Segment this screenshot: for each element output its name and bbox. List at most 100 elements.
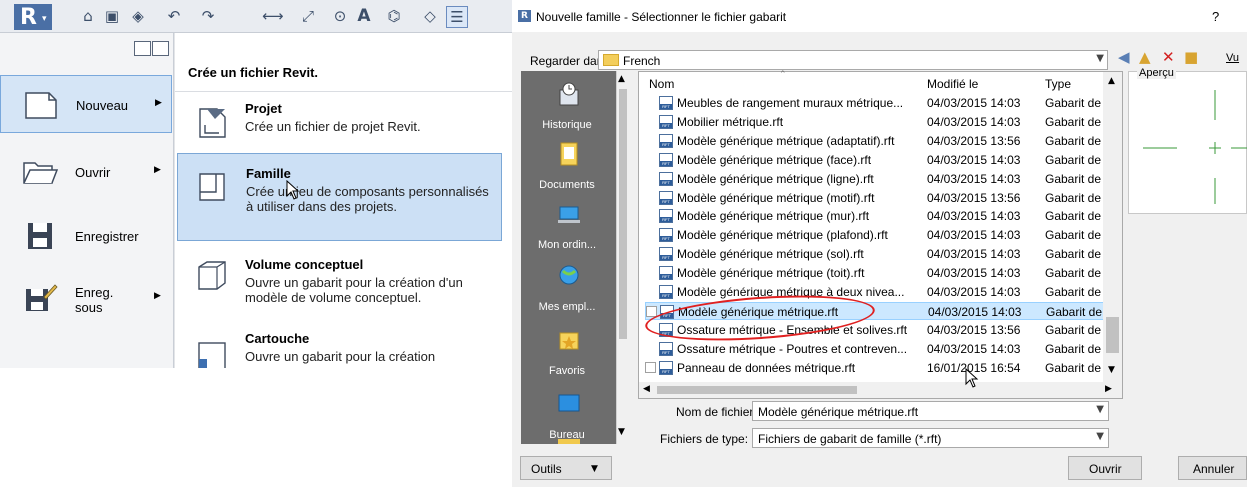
rft-file-icon <box>659 209 673 224</box>
thin-lines-icon[interactable]: ☰ <box>446 6 468 28</box>
open-documents-icon[interactable] <box>152 41 169 56</box>
save-icon[interactable]: ▣ <box>102 6 122 26</box>
scroll-left-icon[interactable]: ◀ <box>643 384 650 394</box>
scroll-right-icon[interactable]: ▶ <box>1105 384 1112 394</box>
cancel-button[interactable]: Annuler <box>1178 456 1247 480</box>
look-in-dropdown[interactable]: French ▼ <box>598 50 1108 70</box>
back-arrow-icon[interactable]: ◀ <box>1118 48 1130 66</box>
views-menu[interactable]: Vu <box>1226 52 1239 64</box>
menu-item-ouvrir[interactable]: Ouvrir ▶ <box>0 143 172 201</box>
menu-left-column: Nouveau ▶ Ouvrir ▶ Enregistrer Enreg. so… <box>0 33 174 368</box>
menu-item-enregistrer[interactable]: Enregistrer <box>0 207 172 265</box>
file-row[interactable]: Modèle générique métrique (mur).rft 04/03… <box>645 207 1105 225</box>
column-header-type[interactable]: Type <box>1045 77 1071 91</box>
chevron-down-icon: ▼ <box>1096 404 1104 415</box>
help-button[interactable]: ? <box>1212 9 1219 24</box>
recent-documents-icon[interactable] <box>134 41 151 56</box>
file-list: ⌃ Nom Modifié le Type Meubles de rangeme… <box>638 70 1123 399</box>
file-row[interactable]: Modèle générique métrique (face).rft 04/0… <box>645 151 1105 169</box>
scroll-up-icon[interactable]: ▲ <box>618 74 625 84</box>
file-type-cell: Gabarit de <box>1045 152 1102 167</box>
file-name-input[interactable]: Modèle générique métrique.rft ▼ <box>752 401 1109 421</box>
file-type-cell: Gabarit de <box>1045 190 1102 205</box>
submenu-item-volume-conceptuel[interactable]: Volume conceptuel Ouvre un gabarit pour … <box>175 251 503 313</box>
file-type-cell: Gabarit de <box>1045 96 1102 110</box>
file-row[interactable]: Modèle générique métrique à deux nivea..… <box>645 283 1105 301</box>
undo-icon[interactable]: ↶ <box>164 6 184 26</box>
scroll-down-icon[interactable]: ▼ <box>1108 365 1115 375</box>
file-row[interactable]: Modèle générique métrique (plafond).rft 0… <box>645 226 1105 244</box>
file-row[interactable]: Ossature métrique - Poutres et contreven… <box>645 340 1105 358</box>
file-modified-cell: 04/03/2015 14:03 <box>927 114 1021 129</box>
file-modified-cell: 04/03/2015 14:03 <box>927 341 1021 356</box>
places-scroll-thumb[interactable] <box>619 89 627 339</box>
new-folder-icon[interactable]: ■ <box>1184 48 1198 66</box>
column-header-modified[interactable]: Modifié le <box>927 77 978 91</box>
submenu-item-famille[interactable]: Famille Crée un jeu de composants person… <box>177 153 502 241</box>
rft-file-icon <box>659 228 673 243</box>
sync-icon[interactable]: ◈ <box>128 6 148 26</box>
file-type-select[interactable]: Fichiers de gabarit de famille (*.rft) ▼ <box>752 428 1109 448</box>
file-list-hscroll-thumb[interactable] <box>657 386 857 394</box>
file-modified-cell: 04/03/2015 13:56 <box>927 133 1021 148</box>
file-type-cell: Gabarit de <box>1045 322 1102 337</box>
dimension-icon[interactable]: ⤢ <box>298 6 318 26</box>
submenu-item-description: Ouvre un gabarit pour la création d'un m… <box>245 275 463 305</box>
desktop-icon <box>558 394 580 412</box>
file-row[interactable]: Modèle générique métrique (motif).rft 04/… <box>645 189 1105 207</box>
file-list-scroll-thumb[interactable] <box>1106 317 1119 353</box>
file-row[interactable]: Modèle générique métrique (adaptatif).rf… <box>645 132 1105 150</box>
3d-view-icon[interactable]: ⌬ <box>384 6 404 26</box>
redo-icon[interactable]: ↷ <box>198 6 218 26</box>
place-mon-ordinateur[interactable]: Mon ordin... <box>521 195 617 259</box>
places-scrollbar[interactable]: ▲ ▼ <box>616 71 629 444</box>
submenu-item-description: Crée un jeu de composants personnalisés … <box>246 184 489 214</box>
place-favoris[interactable]: Favoris <box>521 321 617 385</box>
tools-button[interactable]: Outils ▼ <box>520 456 612 480</box>
open-icon[interactable]: ⌂ <box>78 6 98 26</box>
measure-icon[interactable]: ⟷ <box>262 6 284 26</box>
file-row[interactable]: Modèle générique métrique (ligne).rft 04/… <box>645 170 1105 188</box>
file-modified-cell: 04/03/2015 14:03 <box>928 304 1022 319</box>
revit-logo-button[interactable]: R ▾ <box>14 4 52 30</box>
rft-file-icon <box>659 96 673 110</box>
file-name-cell: Modèle générique métrique (adaptatif).rf… <box>677 133 895 148</box>
history-icon <box>559 82 579 106</box>
row-checkbox[interactable] <box>645 361 656 373</box>
open-button[interactable]: Ouvrir <box>1068 456 1142 480</box>
delete-icon[interactable]: ✕ <box>1162 48 1175 66</box>
file-row[interactable]: Mobilier métrique.rft 04/03/2015 14:03 Gab… <box>645 113 1105 131</box>
place-mes-emplacements[interactable]: Mes empl... <box>521 257 617 321</box>
cancel-button-label: Annuler <box>1193 462 1235 476</box>
section-icon[interactable]: ◇ <box>420 6 440 26</box>
file-type-cell: Gabarit de <box>1045 228 1102 243</box>
file-row[interactable]: Panneau de données métrique.rft16/01/201… <box>645 359 1105 377</box>
submenu-item-cartouche[interactable]: Cartouche Ouvre un gabarit pour la créat… <box>175 325 503 368</box>
column-header-name[interactable]: Nom <box>649 77 674 91</box>
file-row[interactable]: Modèle générique métrique (sol).rft 04/03… <box>645 245 1105 263</box>
menu-item-nouveau[interactable]: Nouveau ▶ <box>0 75 172 133</box>
scroll-down-icon[interactable]: ▼ <box>618 427 625 437</box>
scroll-up-icon[interactable]: ▲ <box>1108 76 1115 86</box>
tag-icon[interactable]: ⊙ <box>330 6 350 26</box>
place-documents[interactable]: Documents <box>521 135 617 199</box>
menu-item-enreg-sous[interactable]: Enreg. sous ▶ <box>0 269 172 333</box>
file-modified-cell: 04/03/2015 13:56 <box>927 190 1021 205</box>
tools-button-label: Outils <box>531 462 562 476</box>
menu-item-label: Enreg. sous <box>75 285 113 315</box>
rft-file-icon <box>659 285 673 299</box>
file-type-cell: Gabarit de <box>1046 304 1103 319</box>
file-type-cell: Gabarit de <box>1045 133 1102 148</box>
file-row[interactable]: Modèle générique métrique (toit).rft 04/0… <box>645 264 1105 282</box>
text-icon[interactable]: A <box>354 6 374 26</box>
file-row[interactable]: Meubles de rangement muraux métrique... 0… <box>645 94 1105 112</box>
folder-up-icon[interactable]: ▲ <box>1139 48 1151 66</box>
submenu-item-projet[interactable]: Projet Crée un fichier de projet Revit. <box>175 95 503 151</box>
file-name-cell: Modèle générique métrique (mur).rft <box>677 209 870 224</box>
rft-file-icon <box>659 133 673 148</box>
file-name-cell: Ossature métrique - Poutres et contreven… <box>677 341 908 356</box>
chevron-right-icon: ▶ <box>154 165 161 175</box>
place-label: Favoris <box>548 365 586 377</box>
place-historique[interactable]: Historique <box>521 75 617 139</box>
chevron-right-icon: ▶ <box>155 98 162 108</box>
